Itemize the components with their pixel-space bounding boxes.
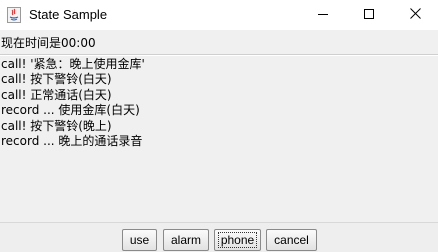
button-panel: use alarm phone cancel bbox=[0, 222, 438, 252]
use-button-label: use bbox=[129, 233, 150, 247]
alarm-button[interactable]: alarm bbox=[163, 229, 209, 251]
use-button[interactable]: use bbox=[122, 229, 157, 251]
close-button[interactable] bbox=[392, 0, 438, 30]
phone-button[interactable]: phone bbox=[214, 229, 261, 251]
window-title: State Sample bbox=[29, 7, 108, 22]
phone-button-label: phone bbox=[217, 232, 258, 248]
log-line: call! 按下警铃(晚上) bbox=[1, 118, 112, 133]
clock-status-label: 现在时间是00:00 bbox=[1, 36, 96, 50]
minimize-icon bbox=[318, 8, 328, 22]
title-bar[interactable]: State Sample bbox=[0, 0, 438, 30]
log-line: call! 正常通话(白天) bbox=[1, 87, 112, 102]
log-text-area[interactable]: call! '紧急：晚上使用金库' call! 按下警铃(白天) call! 正… bbox=[0, 56, 438, 222]
status-panel: 现在时间是00:00 bbox=[0, 30, 438, 54]
log-line: record ... 晚上的通话录音 bbox=[1, 133, 143, 148]
log-line: record ... 使用金库(白天) bbox=[1, 103, 140, 118]
alarm-button-label: alarm bbox=[170, 233, 201, 247]
maximize-icon bbox=[364, 8, 374, 22]
maximize-button[interactable] bbox=[346, 0, 392, 30]
log-line: call! 按下警铃(白天) bbox=[1, 72, 112, 87]
log-line: call! '紧急：晚上使用金库' bbox=[1, 57, 145, 71]
app-window: State Sample 现在时间是00:00 call! '紧急：晚上使用金库… bbox=[0, 0, 438, 252]
cancel-button-label: cancel bbox=[274, 233, 309, 247]
minimize-button[interactable] bbox=[300, 0, 346, 30]
close-icon bbox=[409, 8, 421, 22]
cancel-button[interactable]: cancel bbox=[266, 229, 317, 251]
java-app-icon bbox=[7, 7, 21, 23]
